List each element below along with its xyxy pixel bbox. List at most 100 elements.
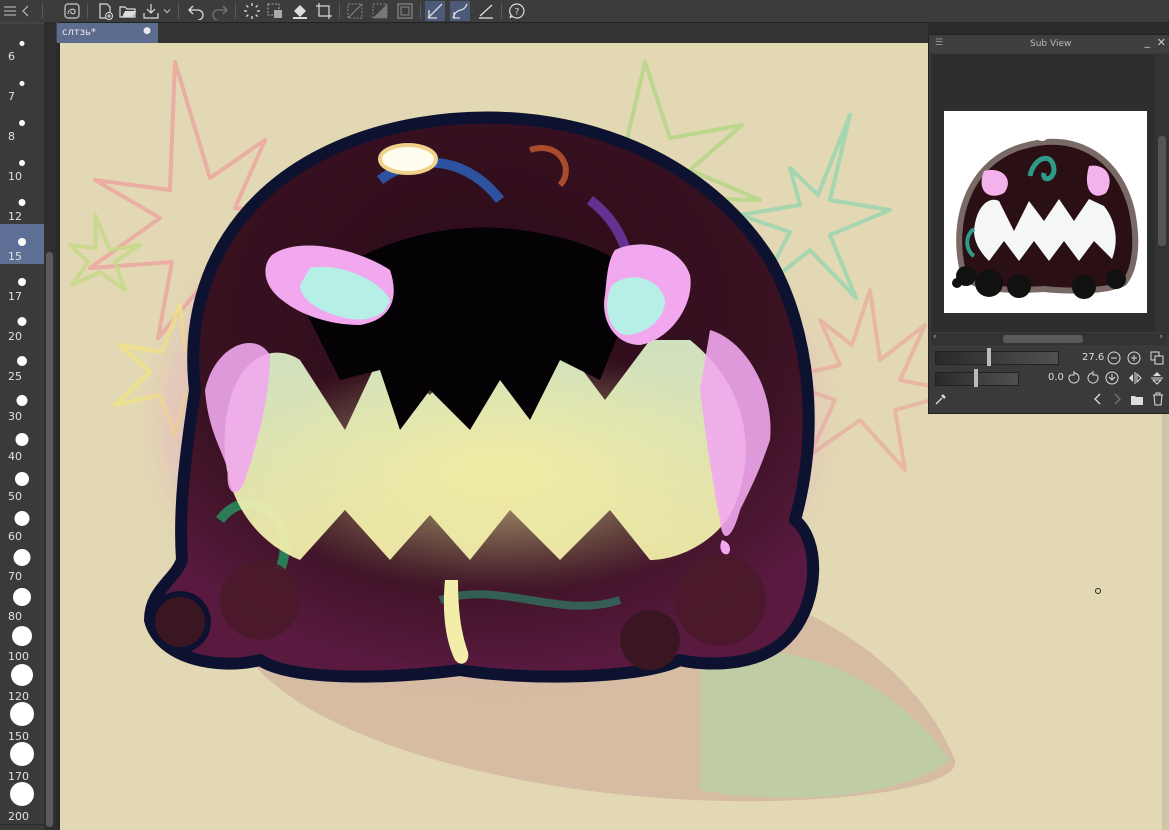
- snap-to-curve-icon[interactable]: [450, 1, 470, 21]
- ground-shadow-green: [700, 648, 950, 798]
- brush-size-preview: [19, 81, 25, 86]
- brush-size-item[interactable]: 100: [0, 624, 44, 665]
- brush-size-item[interactable]: 17: [0, 264, 44, 305]
- sub-view-vertical-scrollbar[interactable]: [1155, 54, 1169, 332]
- save-export-icon[interactable]: [141, 1, 161, 21]
- rotate-right-icon[interactable]: [1085, 370, 1100, 385]
- flip-vertical-icon[interactable]: [1149, 370, 1164, 385]
- brush-size-preview: [13, 588, 31, 606]
- rotation-slider[interactable]: [935, 369, 1019, 387]
- brush-size-item[interactable]: 40: [0, 424, 44, 465]
- help-icon[interactable]: ?: [507, 1, 527, 21]
- deselect-icon[interactable]: [345, 1, 365, 21]
- scroll-right-icon[interactable]: ›: [1159, 332, 1163, 342]
- loading-spinner-icon[interactable]: [242, 1, 262, 21]
- brush-cursor: [1095, 588, 1101, 594]
- brush-size-preview: [16, 395, 28, 406]
- minimize-icon[interactable]: _: [1145, 35, 1151, 48]
- sub-view-titlebar: ☰ Sub View _ ✕: [929, 35, 1169, 53]
- close-tab-icon[interactable]: ●: [143, 26, 151, 36]
- undo-icon[interactable]: [186, 1, 206, 21]
- border-selection-icon[interactable]: [395, 1, 415, 21]
- companion-icon[interactable]: [62, 1, 82, 21]
- previous-image-icon[interactable]: [1090, 391, 1105, 406]
- sub-view-image-area[interactable]: [931, 54, 1155, 332]
- brush-size-preview: [18, 199, 26, 206]
- flip-horizontal-icon[interactable]: [1127, 370, 1142, 385]
- import-image-icon[interactable]: [1129, 391, 1144, 406]
- panel-grip-icon[interactable]: ☰: [935, 38, 943, 48]
- brush-size-item[interactable]: 50: [0, 464, 44, 505]
- brush-size-preview: [18, 238, 26, 246]
- brush-panel-scrollbar[interactable]: [44, 22, 56, 830]
- document-tab[interactable]: слтзь* ●: [57, 23, 158, 43]
- brush-size-label: 200: [8, 810, 29, 823]
- invert-selection-icon[interactable]: [370, 1, 390, 21]
- brush-size-item[interactable]: 120: [0, 664, 44, 705]
- back-arrow-icon[interactable]: [16, 1, 36, 21]
- fit-view-icon[interactable]: [1149, 350, 1164, 365]
- toolbar-divider: [339, 3, 340, 19]
- brush-size-item[interactable]: 7: [0, 64, 44, 105]
- brush-size-item[interactable]: 12: [0, 184, 44, 225]
- eyedropper-icon[interactable]: [933, 391, 948, 406]
- redo-icon[interactable]: [210, 1, 230, 21]
- clear-selection-icon[interactable]: [265, 1, 285, 21]
- brush-size-label: 30: [8, 410, 22, 423]
- close-icon[interactable]: ✕: [1157, 36, 1166, 49]
- special-ruler-icon[interactable]: [476, 1, 496, 21]
- brush-size-label: 12: [8, 210, 22, 223]
- scrollbar-thumb[interactable]: [46, 252, 53, 827]
- brush-size-item[interactable]: 25: [0, 344, 44, 385]
- brush-size-item[interactable]: 70: [0, 544, 44, 585]
- brush-size-preview: [10, 742, 34, 766]
- scrollbar-thumb[interactable]: [1003, 335, 1083, 343]
- scrollbar-thumb[interactable]: [1158, 136, 1166, 246]
- sub-view-horizontal-scrollbar[interactable]: ‹ ›: [931, 332, 1167, 345]
- brush-size-item[interactable]: 20: [0, 304, 44, 345]
- brush-size-item[interactable]: 60: [0, 504, 44, 545]
- brush-size-item[interactable]: 10: [0, 144, 44, 185]
- brush-size-label: 20: [8, 330, 22, 343]
- toolbar-divider: [87, 3, 88, 19]
- brush-size-label: 60: [8, 530, 22, 543]
- rotation-slider-knob[interactable]: [974, 369, 978, 387]
- brush-size-preview: [14, 511, 30, 526]
- sub-view-title: Sub View: [1030, 39, 1072, 49]
- brush-size-label: 50: [8, 490, 22, 503]
- next-image-icon[interactable]: [1109, 391, 1124, 406]
- brush-size-label: 25: [8, 370, 22, 383]
- fill-bucket-icon[interactable]: [290, 1, 310, 21]
- brush-size-item[interactable]: 15: [0, 224, 44, 265]
- toolbar-divider: [501, 3, 502, 19]
- brush-size-item[interactable]: 6: [0, 24, 44, 65]
- zoom-slider[interactable]: [935, 348, 1059, 366]
- rotation-value: 0.0: [1048, 372, 1064, 383]
- crop-transform-icon[interactable]: [314, 1, 334, 21]
- open-folder-icon[interactable]: [118, 1, 138, 21]
- brush-size-item[interactable]: 200: [0, 782, 44, 825]
- brush-size-preview: [19, 120, 25, 126]
- rotate-left-icon[interactable]: [1066, 370, 1081, 385]
- toolbar-divider: [42, 3, 43, 19]
- brush-size-item[interactable]: 80: [0, 584, 44, 625]
- tab-strip: [158, 23, 928, 43]
- delete-image-icon[interactable]: [1150, 391, 1165, 406]
- reference-thumbnail[interactable]: [944, 111, 1147, 313]
- brush-size-label: 10: [8, 170, 22, 183]
- brush-size-preview: [10, 782, 34, 806]
- brush-size-preview: [10, 702, 34, 726]
- zoom-value: 27.6: [1082, 352, 1105, 363]
- scroll-left-icon[interactable]: ‹: [933, 332, 937, 342]
- brush-size-item[interactable]: 150: [0, 702, 44, 745]
- reset-rotation-icon[interactable]: [1104, 370, 1119, 385]
- brush-size-item[interactable]: 170: [0, 742, 44, 785]
- brush-size-item[interactable]: 8: [0, 104, 44, 145]
- chevron-down-icon[interactable]: [160, 1, 174, 21]
- snap-to-ruler-icon[interactable]: [425, 1, 445, 21]
- brush-size-item[interactable]: 30: [0, 384, 44, 425]
- zoom-slider-knob[interactable]: [987, 348, 991, 366]
- new-file-icon[interactable]: [95, 1, 115, 21]
- zoom-out-icon[interactable]: [1106, 350, 1121, 365]
- zoom-in-icon[interactable]: [1126, 350, 1141, 365]
